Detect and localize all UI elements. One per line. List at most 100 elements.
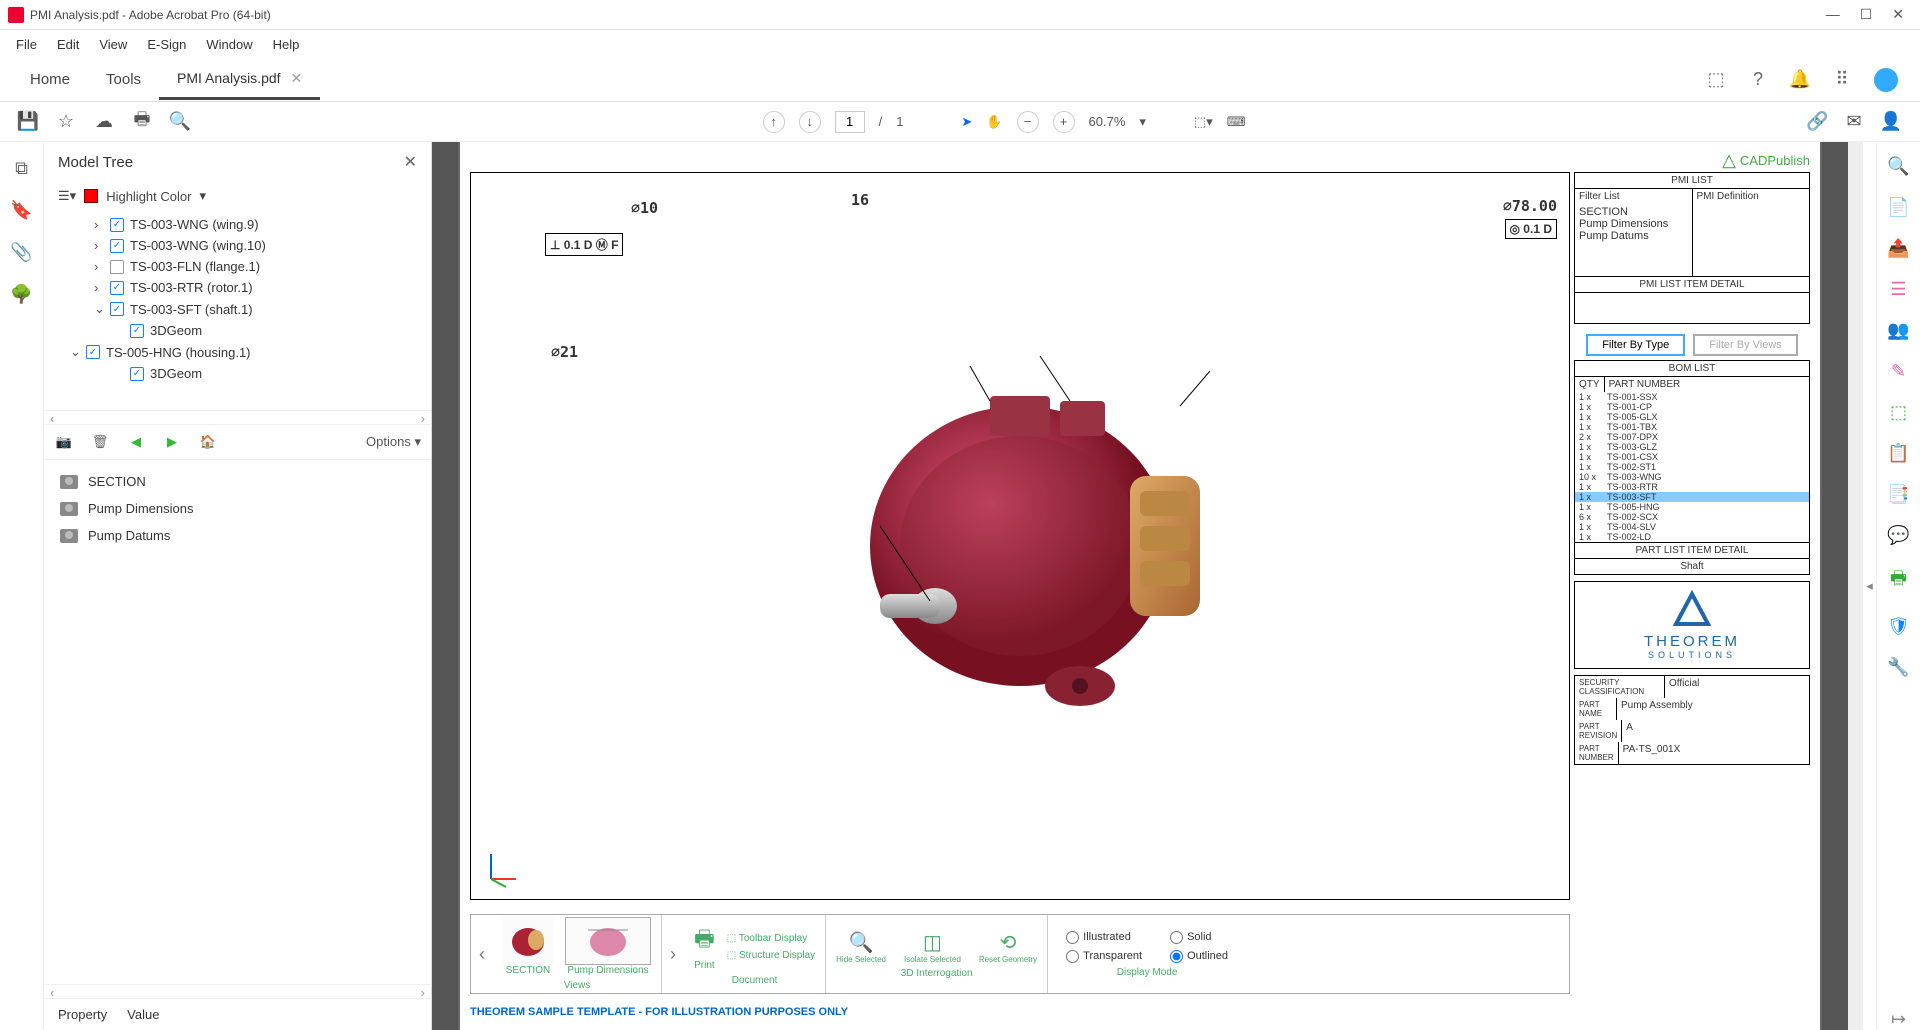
filter-views-button[interactable]: Filter By Views	[1693, 334, 1798, 356]
tab-tools[interactable]: Tools	[88, 61, 159, 98]
page-up-icon[interactable]: ↑	[763, 111, 785, 133]
send-comments-icon[interactable]: 📋	[1887, 443, 1909, 464]
ruler-icon[interactable]: ⌨	[1227, 114, 1246, 130]
search-icon[interactable]: 🔍	[164, 106, 196, 138]
hscroll-right[interactable]: ›	[421, 411, 425, 424]
bom-row[interactable]: 1 xTS-001-CP	[1575, 402, 1809, 412]
hscroll-left[interactable]: ‹	[50, 411, 54, 424]
bom-row[interactable]: 1 xTS-002-LD	[1575, 532, 1809, 542]
collapse-rightrail-icon[interactable]: ◂	[1862, 142, 1876, 1030]
bom-row[interactable]: 1 xTS-001-CSX	[1575, 452, 1809, 462]
tree-item[interactable]: ⌄✓TS-005-HNG (housing.1)	[54, 341, 421, 363]
home-icon[interactable]: 🏠	[198, 432, 218, 452]
zoom-out-icon[interactable]: −	[1017, 111, 1039, 133]
isolate-selected-button[interactable]: ◫	[904, 930, 961, 955]
view-item[interactable]: SECTION	[56, 468, 419, 495]
share-icon[interactable]: ⬚	[1706, 70, 1726, 90]
menu-help[interactable]: Help	[265, 35, 308, 54]
views-prev-icon[interactable]: ‹	[471, 915, 493, 993]
cloud-icon[interactable]: ☁	[88, 106, 120, 138]
highlight-dropdown-icon[interactable]: ▾	[199, 188, 206, 204]
tree-item[interactable]: ⌄✓TS-003-SFT (shaft.1)	[54, 298, 421, 320]
tab-close-icon[interactable]: ✕	[291, 70, 303, 87]
radio-transparent[interactable]: Transparent	[1066, 950, 1142, 963]
tree-item[interactable]: ✓3DGeom	[54, 320, 421, 341]
tree-item[interactable]: ›✓TS-003-RTR (rotor.1)	[54, 277, 421, 298]
export-pdf-icon[interactable]: 📤	[1887, 238, 1909, 259]
tab-document[interactable]: PMI Analysis.pdf ✕	[159, 60, 320, 100]
protect-icon[interactable]: 🛡	[1887, 616, 1910, 637]
panel-close-icon[interactable]: ✕	[404, 152, 417, 172]
expand-icon[interactable]: ↦	[1891, 1009, 1906, 1030]
pumpdim-thumb[interactable]	[565, 917, 651, 965]
menu-edit[interactable]: Edit	[49, 35, 87, 54]
modeltree-icon[interactable]: 🌳	[10, 282, 34, 306]
email-icon[interactable]: ✉	[1846, 111, 1861, 132]
minimize-button[interactable]: —	[1826, 6, 1840, 23]
page-down-icon[interactable]: ↓	[799, 111, 821, 133]
bom-row[interactable]: 1 xTS-002-ST1	[1575, 462, 1809, 472]
compress-icon[interactable]: 📑	[1887, 484, 1909, 505]
radio-outlined[interactable]: Outlined	[1170, 950, 1228, 963]
tree-options-icon[interactable]: ☰▾	[58, 188, 76, 204]
bookmarks-icon[interactable]: 🔖	[10, 198, 34, 222]
menu-esign[interactable]: E-Sign	[139, 35, 194, 54]
filter-type-button[interactable]: Filter By Type	[1586, 334, 1685, 356]
help-icon[interactable]: ?	[1748, 70, 1768, 90]
search-tool-icon[interactable]: 🔍	[1887, 156, 1909, 177]
bom-row[interactable]: 1 xTS-003-SFT	[1575, 492, 1809, 502]
views-next-icon[interactable]: ›	[662, 915, 684, 993]
request-signatures-icon[interactable]: 👥	[1887, 320, 1909, 341]
notifications-icon[interactable]: 🔔	[1790, 70, 1810, 90]
menu-file[interactable]: File	[8, 35, 45, 54]
zoom-in-icon[interactable]: +	[1053, 111, 1075, 133]
prev-view-icon[interactable]: ◀	[126, 432, 146, 452]
bom-row[interactable]: 1 xTS-001-TBX	[1575, 422, 1809, 432]
organize-icon[interactable]: ⬚	[1890, 402, 1907, 423]
redact-icon[interactable]: 🖶	[1890, 566, 1907, 596]
view-item[interactable]: Pump Datums	[56, 522, 419, 549]
section-thumb[interactable]	[503, 917, 553, 965]
page-input[interactable]	[835, 111, 865, 133]
edit-pdf-icon[interactable]: ☰	[1890, 279, 1906, 300]
delete-icon[interactable]: 🗑	[90, 432, 110, 452]
link-icon[interactable]: 🔗	[1806, 111, 1828, 132]
apps-icon[interactable]: ⠿	[1832, 70, 1852, 90]
more-tools-icon[interactable]: 🔧	[1887, 657, 1909, 678]
star-icon[interactable]: ☆	[50, 106, 82, 138]
reset-geometry-button[interactable]: ⟲	[979, 930, 1037, 955]
tree-item[interactable]: ✓3DGeom	[54, 363, 421, 384]
radio-solid[interactable]: Solid	[1170, 931, 1228, 944]
menu-window[interactable]: Window	[198, 35, 260, 54]
bom-row[interactable]: 10 xTS-003-WNG	[1575, 472, 1809, 482]
vscrollbar[interactable]	[1848, 142, 1862, 1030]
avatar[interactable]	[1874, 68, 1898, 92]
maximize-button[interactable]: ☐	[1860, 6, 1873, 23]
next-view-icon[interactable]: ▶	[162, 432, 182, 452]
bom-row[interactable]: 6 xTS-002-SCX	[1575, 512, 1809, 522]
tree-item[interactable]: ›TS-003-FLN (flange.1)	[54, 256, 421, 277]
menu-view[interactable]: View	[91, 35, 135, 54]
bom-row[interactable]: 1 xTS-005-HNG	[1575, 502, 1809, 512]
profile-icon[interactable]: 👤	[1880, 111, 1902, 132]
attachments-icon[interactable]: 📎	[10, 240, 34, 264]
fill-sign-icon[interactable]: ✎	[1891, 361, 1906, 382]
bom-row[interactable]: 1 xTS-004-SLV	[1575, 522, 1809, 532]
comment-icon[interactable]: 💬	[1887, 525, 1909, 546]
hide-selected-button[interactable]: 🔍	[836, 930, 886, 955]
close-button[interactable]: ✕	[1892, 6, 1904, 23]
tree-item[interactable]: ›✓TS-003-WNG (wing.9)	[54, 214, 421, 235]
fit-icon[interactable]: ⬚▾	[1194, 114, 1213, 130]
zoom-value[interactable]: 60.7%	[1089, 114, 1126, 129]
pointer-icon[interactable]: ➤	[961, 114, 972, 130]
bom-row[interactable]: 2 xTS-007-DPX	[1575, 432, 1809, 442]
pump-3d-view[interactable]	[820, 346, 1220, 726]
toolbar-display-toggle[interactable]: ⬚ Toolbar Display	[727, 933, 815, 944]
bom-row[interactable]: 1 xTS-001-SSX	[1575, 392, 1809, 402]
options-label[interactable]: Options	[366, 434, 411, 449]
thumbnails-icon[interactable]: ⧉	[10, 156, 34, 180]
hand-icon[interactable]: ✋	[986, 114, 1002, 130]
highlight-swatch[interactable]	[84, 189, 98, 203]
camera-add-icon[interactable]: 📷	[54, 432, 74, 452]
structure-display-toggle[interactable]: ⬚ Structure Display	[727, 950, 815, 961]
